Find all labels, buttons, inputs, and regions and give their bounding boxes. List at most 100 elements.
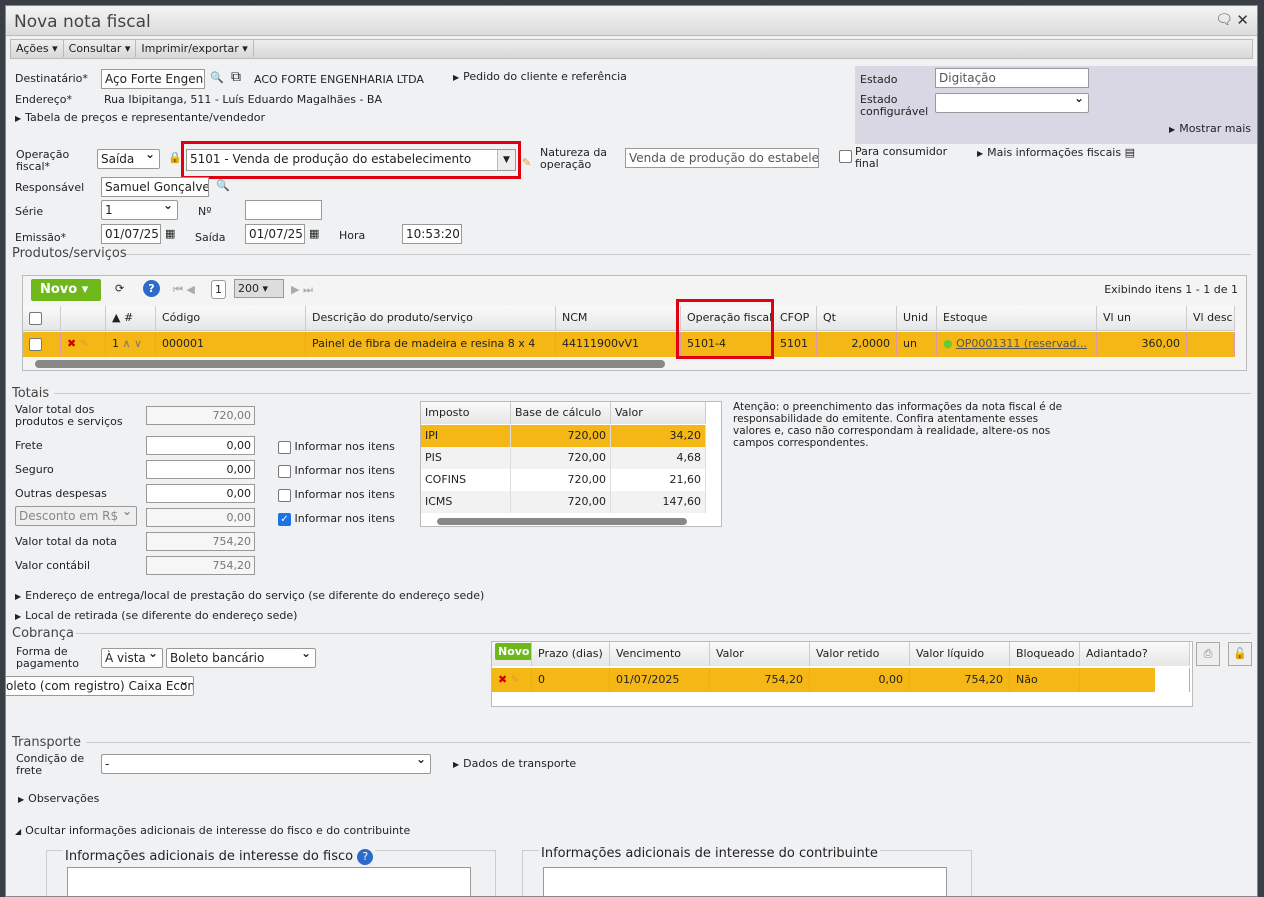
col-descricao[interactable]: Descrição do produto/serviço [306, 306, 556, 330]
unlock-icon[interactable]: 🔓 [1228, 642, 1252, 666]
total-value[interactable]: 0,00 [146, 484, 255, 503]
mais-info-link[interactable]: ▶ Mais informações fiscais ▤ [977, 146, 1135, 159]
tax-col-header[interactable]: Imposto [421, 402, 511, 424]
edit-icon[interactable]: ✎ [80, 337, 89, 350]
total-value[interactable]: 0,00 [146, 436, 255, 455]
edit-icon[interactable]: ✎ [511, 673, 520, 686]
cobranca-col-header[interactable]: Valor retido [810, 642, 910, 666]
col-vl-desc[interactable]: Vl desc [1187, 306, 1235, 330]
info-fisco-textarea[interactable] [67, 867, 471, 896]
calendar-icon[interactable]: ▦ [309, 227, 319, 240]
cell-vl-desc [1187, 332, 1235, 356]
help-icon[interactable]: ? [143, 280, 160, 297]
horizontal-scrollbar[interactable] [35, 360, 665, 368]
cell-ncm: 44111900vV1 [556, 332, 681, 356]
operacao-tipo-select[interactable]: Saída [97, 149, 160, 169]
search-icon[interactable]: 🔍 [216, 179, 230, 192]
cobranca-col-header[interactable]: Adiantado? [1080, 642, 1190, 666]
external-link-icon[interactable]: ⧉ [231, 69, 241, 85]
print-icon[interactable]: ⎙ [1196, 642, 1220, 666]
tax-row[interactable]: PIS 720,00 4,68 [421, 447, 706, 469]
page-size-select[interactable]: 200 ▾ [234, 279, 284, 298]
observacoes-link[interactable]: ▶ Observações [18, 792, 99, 805]
novo-button[interactable]: Novo ▾ [31, 279, 101, 301]
refresh-icon[interactable]: ⟳ [115, 282, 124, 295]
serie-select[interactable]: 1 [101, 200, 178, 220]
tax-row[interactable]: COFINS 720,00 21,60 [421, 469, 706, 491]
chat-icon[interactable]: 🗨 [1215, 12, 1233, 28]
condicao-select[interactable]: - [101, 754, 431, 774]
forma-prazo-select[interactable]: À vista [101, 648, 163, 668]
saida-input[interactable]: 01/07/25 [245, 224, 305, 244]
forma-tipo-select[interactable]: Boleto bancário [166, 648, 316, 668]
first-page-icon[interactable]: ⏮ ◀ [173, 283, 195, 297]
highlight-box [181, 141, 521, 179]
informar-itens-checkbox[interactable]: ✓ Informar nos itens [278, 512, 395, 526]
menu-imprimir[interactable]: Imprimir/exportar ▾ [136, 40, 254, 57]
hora-input[interactable]: 10:53:20 [402, 224, 462, 244]
consumidor-checkbox[interactable] [839, 149, 852, 163]
delete-icon[interactable]: ✖ [498, 673, 507, 686]
total-label: Outras despesas [15, 487, 107, 500]
natureza-input[interactable]: Venda de produção do estabelecime [625, 148, 819, 168]
responsavel-input[interactable]: Samuel Gonçalves [101, 177, 209, 197]
cobranca-col-header[interactable]: Prazo (dias) [532, 642, 610, 666]
search-icon[interactable]: 🔍 [210, 71, 224, 84]
ocultar-link[interactable]: ◢ Ocultar informações adicionais de inter… [15, 824, 410, 837]
col-num[interactable]: ▲ # [106, 306, 156, 330]
tax-col-header[interactable]: Valor [611, 402, 706, 424]
horizontal-scrollbar[interactable] [437, 518, 687, 525]
close-icon[interactable]: ✕ [1236, 11, 1249, 29]
total-value[interactable]: 0,00 [146, 460, 255, 479]
select-all-checkbox[interactable] [29, 311, 42, 325]
table-row[interactable]: ✖ ✎ 1 ∧ ∨ 000001 Painel de fibra de made… [23, 332, 1235, 357]
estoque-link[interactable]: OP0001311 (reservad... [956, 337, 1087, 350]
numero-input[interactable] [245, 200, 322, 220]
menu-consultar[interactable]: Consultar ▾ [64, 40, 137, 57]
tax-col-header[interactable]: Base de cálculo [511, 402, 611, 424]
tax-row[interactable]: ICMS 720,00 147,60 [421, 491, 706, 513]
consumidor-label: Para consumidor final [855, 145, 948, 170]
col-estoque[interactable]: Estoque [937, 306, 1097, 330]
informar-itens-checkbox[interactable]: Informar nos itens [278, 464, 395, 478]
estado-config-select[interactable] [935, 93, 1089, 113]
total-value: 720,00 [146, 406, 255, 425]
cobranca-col-header[interactable]: Valor [710, 642, 810, 666]
col-cfop[interactable]: CFOP [774, 306, 817, 330]
cobranca-novo-button[interactable]: Novo [495, 643, 531, 660]
help-icon[interactable]: ? [357, 849, 374, 865]
col-codigo[interactable]: Código [156, 306, 306, 330]
col-vl-un[interactable]: Vl un [1097, 306, 1187, 330]
cobranca-cell: 754,20 [910, 668, 1010, 692]
edit-icon[interactable]: ✎ [522, 156, 531, 169]
informar-itens-checkbox[interactable]: Informar nos itens [278, 488, 395, 502]
entrega-link[interactable]: ▶ Endereço de entrega/local de prestação … [15, 589, 484, 602]
mostrar-mais-link[interactable]: ▶ Mostrar mais [1169, 122, 1251, 135]
reorder-icon[interactable]: ∧ ∨ [123, 337, 143, 350]
next-page-icon[interactable]: ▶ ⏭ [291, 283, 313, 297]
informar-itens-checkbox[interactable]: Informar nos itens [278, 440, 395, 454]
pedido-link[interactable]: ▶ Pedido do cliente e referência [453, 70, 627, 83]
tax-row[interactable]: IPI 720,00 34,20 [421, 425, 706, 447]
table-row[interactable]: ✖ ✎ 0 01/07/2025 754,20 0,00 754,20 Não [492, 668, 1190, 692]
menu-acoes[interactable]: Ações ▾ [11, 40, 64, 57]
col-qt[interactable]: Qt [817, 306, 897, 330]
page-input[interactable]: 1 [211, 280, 226, 299]
emissao-input[interactable]: 01/07/25 [101, 224, 161, 244]
row-checkbox[interactable] [29, 337, 42, 351]
delete-icon[interactable]: ✖ [67, 337, 76, 350]
cobranca-col-header[interactable]: Bloqueado [1010, 642, 1080, 666]
cobranca-col-header[interactable]: Vencimento [610, 642, 710, 666]
tabela-link[interactable]: ▶ Tabela de preços e representante/vended… [15, 111, 265, 124]
info-contribuinte-textarea[interactable] [543, 867, 947, 896]
destinatario-name: ACO FORTE ENGENHARIA LTDA [254, 73, 424, 86]
col-ncm[interactable]: NCM [556, 306, 681, 330]
cobranca-col-header[interactable]: Valor líquido [910, 642, 1010, 666]
dados-transporte-link[interactable]: ▶ Dados de transporte [453, 757, 576, 770]
col-unid[interactable]: Unid [897, 306, 937, 330]
retirada-link[interactable]: ▶ Local de retirada (se diferente do ende… [15, 609, 297, 622]
destinatario-input[interactable]: Aço Forte Engenha [101, 69, 205, 89]
conta-select[interactable]: oleto (com registro) Caixa Econ [6, 676, 194, 696]
cobranca-cell: 0,00 [810, 668, 910, 692]
calendar-icon[interactable]: ▦ [165, 227, 175, 240]
